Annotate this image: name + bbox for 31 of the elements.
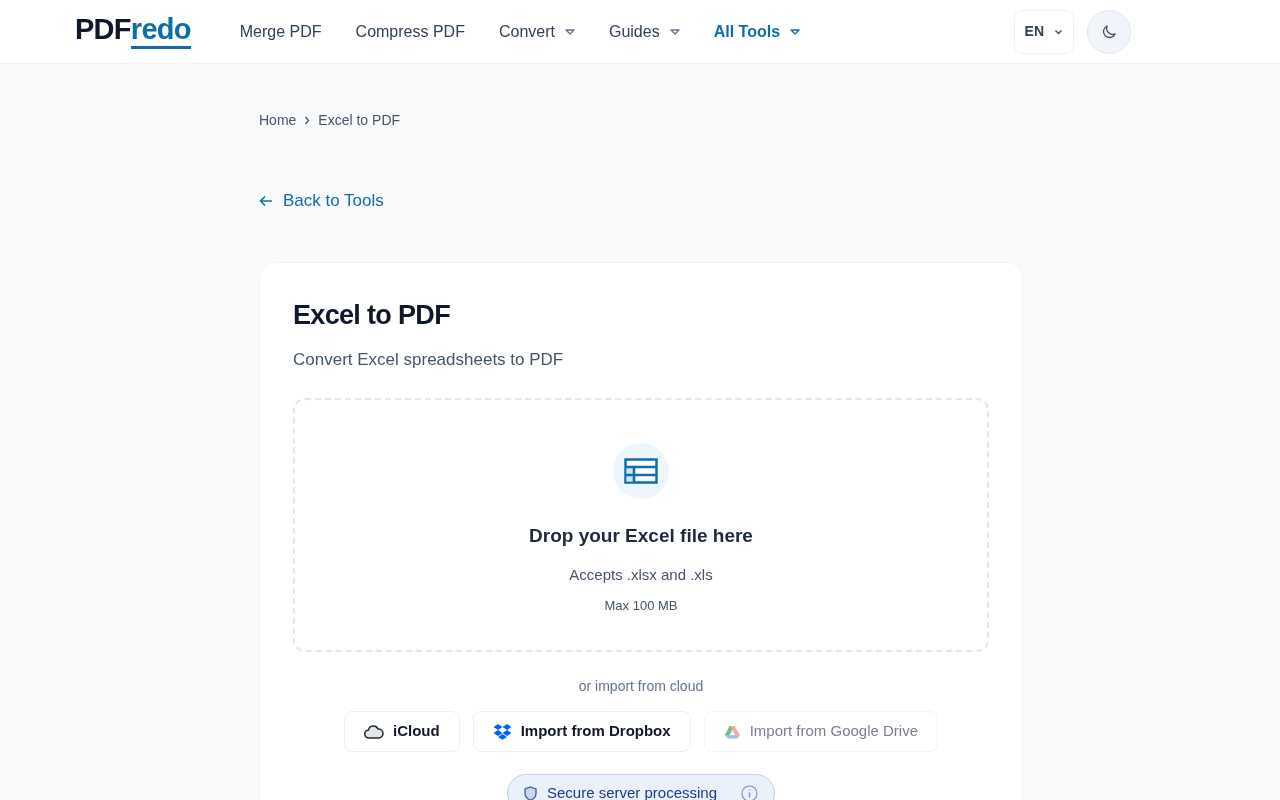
drive-icon — [723, 724, 741, 739]
back-link[interactable]: Back to Tools — [259, 188, 384, 214]
arrow-left-icon — [259, 194, 273, 207]
accepted-formats: Accepts .xlsx and .xls — [569, 564, 713, 585]
page-title: Excel to PDF — [293, 298, 451, 332]
nav-link[interactable]: Merge PDF — [239, 19, 322, 44]
breadcrumb-current: Excel to PDF — [318, 111, 401, 130]
info-icon[interactable] — [741, 784, 759, 800]
shield-icon — [523, 785, 537, 800]
language-select[interactable]: EN — [1013, 9, 1074, 54]
logo[interactable]: PDFredo — [75, 14, 191, 49]
drop-zone-title: Drop your Excel file here — [529, 524, 753, 548]
moon-icon — [1100, 22, 1118, 41]
file-drop-zone[interactable]: Drop your Excel file here Accepts .xlsx and .xls Max 100 MB — [293, 398, 989, 652]
nav-link[interactable]: Convert — [498, 19, 575, 44]
cloud-import-button[interactable]: Import from Dropbox — [472, 711, 691, 752]
spreadsheet-icon — [613, 443, 669, 499]
dropbox-icon — [492, 723, 512, 740]
chevron-right-icon — [304, 116, 311, 125]
nav-link[interactable]: Compress PDF — [355, 19, 465, 44]
security-badge: Secure server processing — [506, 774, 776, 800]
nav-link[interactable]: All Tools — [713, 19, 801, 44]
chevron-down-icon — [1054, 28, 1063, 35]
cloud-icon — [363, 724, 384, 739]
page-subtitle: Convert Excel spreadsheets to PDF — [293, 348, 565, 371]
nav-link[interactable]: Guides — [608, 19, 680, 44]
cloud-import-button[interactable]: iCloud — [343, 711, 460, 752]
breadcrumb-link[interactable]: Home — [259, 110, 297, 131]
cloud-import-label: or import from cloud — [577, 677, 705, 696]
dark-mode-button[interactable] — [1087, 9, 1131, 54]
max-file-size: Max 100 MB — [604, 597, 678, 615]
